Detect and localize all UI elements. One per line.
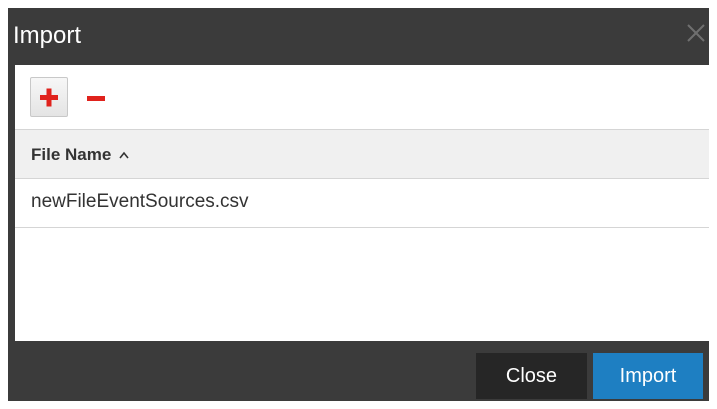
remove-file-button[interactable] (77, 77, 115, 117)
dialog-content: File Name newFileEventSources.csv (15, 65, 709, 341)
dialog-title: Import (13, 22, 82, 49)
file-table: File Name newFileEventSources.csv (15, 129, 709, 228)
minus-icon (87, 96, 105, 101)
column-header-label: File Name (31, 145, 112, 164)
add-file-button[interactable] (30, 77, 68, 117)
plus-icon (40, 88, 58, 107)
import-dialog: Import File Name newFileEventSources.csv… (8, 8, 709, 401)
file-name-cell: newFileEventSources.csv (31, 191, 249, 212)
close-button[interactable]: Close (476, 353, 587, 399)
table-row[interactable]: newFileEventSources.csv (15, 179, 709, 228)
dialog-footer: Close Import (8, 341, 709, 401)
column-header-file-name[interactable]: File Name (31, 145, 129, 165)
toolbar (15, 65, 709, 129)
close-icon[interactable] (683, 20, 709, 46)
table-header: File Name (15, 129, 709, 179)
dialog-titlebar: Import (8, 8, 709, 64)
import-button[interactable]: Import (593, 353, 703, 399)
sort-ascending-icon (119, 151, 129, 159)
